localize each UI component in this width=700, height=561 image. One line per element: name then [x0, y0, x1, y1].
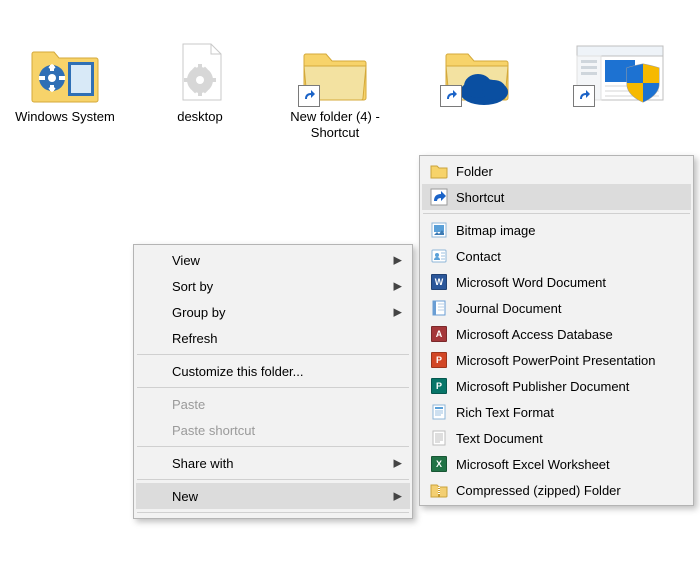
- menu-separator: [137, 387, 409, 388]
- menu-item-label: Contact: [456, 249, 665, 264]
- menu-separator: [137, 446, 409, 447]
- menu-item-label: Compressed (zipped) Folder: [456, 483, 665, 498]
- menu-item-label: New: [172, 489, 384, 504]
- menu-item-paste-shortcut: Paste shortcut: [136, 417, 410, 443]
- text-icon: [430, 429, 448, 447]
- submenu-arrow-icon: ▶: [394, 280, 402, 293]
- desktop-icon-optional-features[interactable]: [555, 40, 685, 109]
- menu-item-customize-this-folder[interactable]: Customize this folder...: [136, 358, 410, 384]
- menu-item-label: Refresh: [172, 331, 384, 346]
- publisher-icon: P: [430, 377, 448, 395]
- context-menu: View ▶ Sort by ▶ Group by ▶ Refresh Customize t…: [133, 244, 413, 519]
- shortcut-overlay-icon: [440, 85, 462, 107]
- menu-separator: [423, 213, 690, 214]
- menu-item-label: Text Document: [456, 431, 665, 446]
- menu-item-new[interactable]: New ▶: [136, 483, 410, 509]
- desktop-icon-label: New folder (4) - Shortcut: [270, 109, 400, 142]
- desktop-icon-label: desktop: [135, 109, 265, 125]
- word-icon: W: [430, 273, 448, 291]
- menu-item-paste: Paste: [136, 391, 410, 417]
- menu-item-label: Sort by: [172, 279, 384, 294]
- desktop-icon-onedrive[interactable]: [412, 40, 542, 109]
- zip-icon: [430, 481, 448, 499]
- menu-separator: [137, 354, 409, 355]
- journal-icon: [430, 299, 448, 317]
- contact-icon: [430, 247, 448, 265]
- menu-item-contact[interactable]: Contact: [422, 243, 691, 269]
- menu-item-label: Share with: [172, 456, 384, 471]
- menu-item-label: Microsoft Access Database: [456, 327, 665, 342]
- submenu-arrow-icon: ▶: [394, 457, 402, 470]
- context-submenu-new: Folder Shortcut Bitmap image Contact W Micros…: [419, 155, 694, 506]
- menu-item-label: Microsoft Excel Worksheet: [456, 457, 665, 472]
- menu-item-label: Shortcut: [456, 190, 665, 205]
- excel-icon: X: [430, 455, 448, 473]
- powerpoint-icon: P: [430, 351, 448, 369]
- menu-item-label: Customize this folder...: [172, 364, 384, 379]
- menu-item-label: Paste: [172, 397, 384, 412]
- folder-icon: [430, 162, 448, 180]
- desktop-icon-label: Windows System: [0, 109, 130, 125]
- desktop-icon-windows-system[interactable]: Windows System: [0, 40, 130, 125]
- menu-item-label: Paste shortcut: [172, 423, 384, 438]
- menu-item-label: Bitmap image: [456, 223, 665, 238]
- menu-item-microsoft-excel-worksheet[interactable]: X Microsoft Excel Worksheet: [422, 451, 691, 477]
- menu-item-label: Microsoft Publisher Document: [456, 379, 665, 394]
- menu-item-microsoft-access-database[interactable]: A Microsoft Access Database: [422, 321, 691, 347]
- menu-item-compressed-zipped-folder[interactable]: Compressed (zipped) Folder: [422, 477, 691, 503]
- menu-item-microsoft-powerpoint-presentation[interactable]: P Microsoft PowerPoint Presentation: [422, 347, 691, 373]
- folder-gear-icon: [30, 40, 100, 105]
- menu-item-rich-text-format[interactable]: Rich Text Format: [422, 399, 691, 425]
- access-icon: A: [430, 325, 448, 343]
- menu-item-share-with[interactable]: Share with ▶: [136, 450, 410, 476]
- folder-icon: [300, 40, 370, 105]
- menu-item-journal-document[interactable]: Journal Document: [422, 295, 691, 321]
- menu-item-refresh[interactable]: Refresh: [136, 325, 410, 351]
- menu-item-label: Journal Document: [456, 301, 665, 316]
- rtf-icon: [430, 403, 448, 421]
- shortcut-icon: [430, 188, 448, 206]
- menu-item-label: Folder: [456, 164, 665, 179]
- submenu-arrow-icon: ▶: [394, 306, 402, 319]
- menu-separator: [137, 512, 409, 513]
- menu-item-label: Microsoft PowerPoint Presentation: [456, 353, 665, 368]
- menu-item-label: Rich Text Format: [456, 405, 665, 420]
- menu-item-folder[interactable]: Folder: [422, 158, 691, 184]
- menu-item-text-document[interactable]: Text Document: [422, 425, 691, 451]
- menu-item-label: Group by: [172, 305, 384, 320]
- menu-item-microsoft-publisher-document[interactable]: P Microsoft Publisher Document: [422, 373, 691, 399]
- submenu-arrow-icon: ▶: [394, 254, 402, 267]
- menu-item-view[interactable]: View ▶: [136, 247, 410, 273]
- bitmap-icon: [430, 221, 448, 239]
- menu-item-label: Microsoft Word Document: [456, 275, 665, 290]
- menu-item-bitmap-image[interactable]: Bitmap image: [422, 217, 691, 243]
- menu-item-group-by[interactable]: Group by ▶: [136, 299, 410, 325]
- menu-item-shortcut[interactable]: Shortcut: [422, 184, 691, 210]
- folder-onedrive-icon: [442, 40, 512, 105]
- shortcut-overlay-icon: [298, 85, 320, 107]
- desktop-icon-desktop-ini[interactable]: desktop: [135, 40, 265, 125]
- desktop-icon-new-folder-shortcut[interactable]: New folder (4) - Shortcut: [270, 40, 400, 142]
- menu-item-sort-by[interactable]: Sort by ▶: [136, 273, 410, 299]
- shortcut-overlay-icon: [573, 85, 595, 107]
- menu-item-label: View: [172, 253, 384, 268]
- menu-item-microsoft-word-document[interactable]: W Microsoft Word Document: [422, 269, 691, 295]
- file-gear-icon: [165, 40, 235, 105]
- menu-separator: [137, 479, 409, 480]
- window-shield-icon: [575, 40, 665, 105]
- submenu-arrow-icon: ▶: [394, 490, 402, 503]
